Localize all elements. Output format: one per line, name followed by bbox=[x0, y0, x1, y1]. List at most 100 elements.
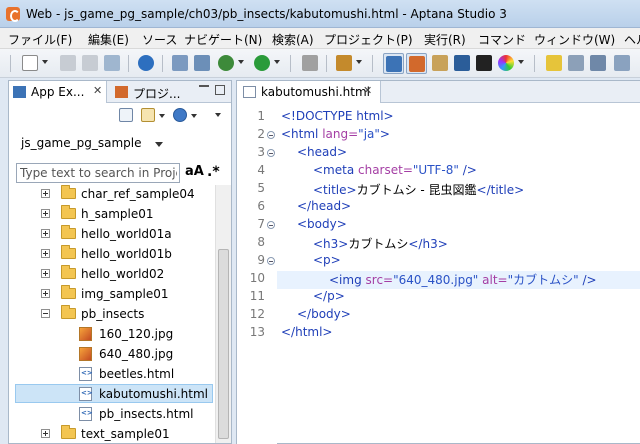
menu-navigate[interactable]: ナビゲート(N) bbox=[184, 31, 262, 48]
search-file-icon[interactable] bbox=[172, 55, 188, 71]
tree-item-h-sample01[interactable]: h_sample01 bbox=[15, 205, 213, 224]
tree-item-label: img_sample01 bbox=[81, 287, 169, 301]
run-icon[interactable] bbox=[254, 55, 270, 71]
block-selection-icon[interactable] bbox=[614, 55, 630, 71]
color-icon[interactable] bbox=[498, 55, 514, 71]
view-menu-icon[interactable] bbox=[215, 113, 221, 117]
code-line-5: <title>カブトムシ - 昆虫図鑑</title> bbox=[313, 181, 524, 198]
folder-icon bbox=[61, 425, 76, 439]
gear-icon[interactable] bbox=[173, 108, 187, 122]
tree-item-label: text_sample01 bbox=[81, 427, 170, 441]
link-editor-icon[interactable] bbox=[141, 108, 155, 122]
line-number: 2 bbox=[257, 127, 265, 141]
outline-icon[interactable] bbox=[568, 55, 584, 71]
menu-command[interactable]: コマンド bbox=[478, 31, 526, 48]
expand-icon[interactable] bbox=[41, 229, 50, 238]
tree-scrollbar[interactable] bbox=[215, 185, 231, 443]
expand-icon[interactable] bbox=[41, 189, 50, 198]
tag: /> bbox=[578, 273, 597, 287]
samples-icon[interactable] bbox=[454, 55, 470, 71]
tree-item-pb-insects-html[interactable]: pb_insects.html bbox=[15, 405, 213, 424]
scrollbar-thumb[interactable] bbox=[218, 249, 229, 439]
fold-icon[interactable] bbox=[267, 131, 275, 139]
fold-icon[interactable] bbox=[267, 221, 275, 229]
gear-icon[interactable] bbox=[138, 55, 154, 71]
regex-toggle[interactable]: .* bbox=[207, 164, 220, 180]
menu-source[interactable]: ソース bbox=[142, 31, 177, 48]
save-all-icon[interactable] bbox=[82, 55, 98, 71]
menu-project[interactable]: プロジェクト(P) bbox=[324, 31, 413, 48]
code-editor: kabutomushi.html ✕ 1 2 3 4 5 6 7 8 9 10 … bbox=[236, 80, 640, 444]
terminal-icon[interactable] bbox=[476, 55, 492, 71]
line-number: 10 bbox=[249, 271, 265, 285]
deploy-icon[interactable] bbox=[302, 55, 318, 71]
menu-window[interactable]: ウィンドウ(W) bbox=[534, 31, 615, 48]
tree-item-hello-world01b[interactable]: hello_world01b bbox=[15, 245, 213, 264]
chevron-down-icon[interactable] bbox=[238, 60, 244, 64]
chevron-down-icon[interactable] bbox=[159, 114, 165, 118]
expand-icon[interactable] bbox=[41, 249, 50, 258]
chevron-down-icon[interactable] bbox=[42, 60, 48, 64]
panel-tabs: App Ex... ✕ プロジ... bbox=[9, 81, 231, 103]
chevron-down-icon[interactable] bbox=[155, 142, 163, 147]
toolbar-separator bbox=[128, 55, 129, 72]
search-field[interactable] bbox=[16, 163, 180, 183]
home-icon[interactable] bbox=[432, 55, 448, 71]
minimize-icon[interactable] bbox=[199, 85, 209, 95]
tag: <p> bbox=[313, 253, 341, 267]
expand-icon[interactable] bbox=[41, 209, 50, 218]
tree-item-beetles-html[interactable]: beetles.html bbox=[15, 365, 213, 384]
toolbar-separator bbox=[534, 55, 535, 72]
chevron-down-icon[interactable] bbox=[191, 114, 197, 118]
tree-item-640-480-jpg[interactable]: 640_480.jpg bbox=[15, 345, 213, 364]
code-area[interactable]: <!DOCTYPE html> <html lang="ja"> <head> … bbox=[277, 103, 640, 444]
search-input[interactable] bbox=[17, 164, 177, 182]
code-line-10: <img src="640_480.jpg" alt="カブトムシ" /> bbox=[329, 271, 597, 288]
menu-help[interactable]: ヘル bbox=[624, 31, 640, 48]
tree-item-text-sample01[interactable]: text_sample01 bbox=[15, 425, 213, 443]
code-line-8: <h3>カブトムシ</h3> bbox=[313, 235, 448, 252]
tree-item-pb-insects[interactable]: pb_insects bbox=[15, 305, 213, 324]
tree-item-hello-world02[interactable]: hello_world02 bbox=[15, 265, 213, 284]
tree-item-char-ref-sample04[interactable]: char_ref_sample04 bbox=[15, 185, 213, 204]
expand-icon[interactable] bbox=[41, 269, 50, 278]
tree-item-160-120-jpg[interactable]: 160_120.jpg bbox=[15, 325, 213, 344]
code-line-13: </html> bbox=[281, 325, 333, 339]
chevron-down-icon[interactable] bbox=[518, 60, 524, 64]
chevron-down-icon[interactable] bbox=[274, 60, 280, 64]
expand-icon[interactable] bbox=[41, 429, 50, 438]
print-icon[interactable] bbox=[104, 55, 120, 71]
line-number: 8 bbox=[257, 235, 265, 249]
save-icon[interactable] bbox=[60, 55, 76, 71]
collapse-icon[interactable] bbox=[41, 309, 50, 318]
expand-icon[interactable] bbox=[41, 289, 50, 298]
tab-project-explorer[interactable]: プロジ... bbox=[133, 85, 180, 102]
menu-edit[interactable]: 編集(E) bbox=[88, 31, 129, 48]
menu-run[interactable]: 実行(R) bbox=[424, 31, 466, 48]
highlight-icon[interactable] bbox=[546, 55, 562, 71]
project-selector[interactable]: js_game_pg_sample bbox=[21, 136, 142, 150]
tree-item-kabutomushi-html[interactable]: kabutomushi.html bbox=[15, 384, 213, 403]
close-icon[interactable]: ✕ bbox=[93, 84, 102, 97]
menu-search[interactable]: 検索(A) bbox=[272, 31, 314, 48]
html-file-icon bbox=[79, 387, 93, 401]
chevron-down-icon[interactable] bbox=[356, 60, 362, 64]
line-number: 13 bbox=[249, 325, 265, 339]
new-file-icon[interactable] bbox=[22, 55, 38, 71]
attribute: lang= bbox=[318, 127, 359, 141]
case-sensitive-toggle[interactable]: aA bbox=[185, 164, 204, 179]
fold-icon[interactable] bbox=[267, 149, 275, 157]
tree-item-hello-world01a[interactable]: hello_world01a bbox=[15, 225, 213, 244]
maximize-icon[interactable] bbox=[215, 85, 225, 95]
close-icon[interactable]: ✕ bbox=[363, 84, 372, 97]
collapse-all-icon[interactable] bbox=[119, 108, 133, 122]
menu-file[interactable]: ファイル(F) bbox=[8, 31, 72, 48]
fold-icon[interactable] bbox=[267, 257, 275, 265]
tree-item-img-sample01[interactable]: img_sample01 bbox=[15, 285, 213, 304]
wand-icon[interactable] bbox=[336, 55, 352, 71]
paragraph-icon[interactable] bbox=[590, 55, 606, 71]
open-type-icon[interactable] bbox=[194, 55, 210, 71]
tab-kabutomushi-html[interactable]: kabutomushi.html ✕ bbox=[237, 81, 381, 103]
debug-icon[interactable] bbox=[218, 55, 234, 71]
tab-app-explorer[interactable]: App Ex... ✕ bbox=[9, 81, 107, 103]
